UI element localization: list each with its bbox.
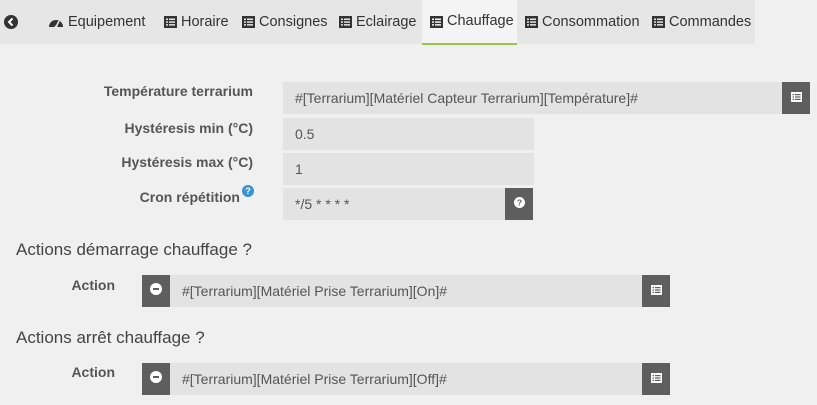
tab-label: Commandes [669,13,752,30]
hysteresis-min-label: Hystéresis min (°C) [124,120,253,136]
hysteresis-max-input[interactable]: 1 [283,153,534,185]
question-circle-icon: ? [513,195,525,213]
list-icon [339,16,352,28]
start-action-remove-button[interactable] [142,275,170,307]
start-actions-title: Actions démarrage chauffage ? [16,240,252,259]
hysteresis-min-input[interactable]: 0.5 [283,118,534,150]
tab-label: Horaire [181,13,229,30]
tab-label: Equipement [68,13,146,30]
start-action-input[interactable]: #[Terrarium][Matériel Prise Terrarium][O… [170,275,643,307]
list-icon [790,89,802,107]
tab-commandes[interactable]: Commandes [652,0,751,44]
stop-action-select-button[interactable] [642,363,670,395]
list-icon [430,15,443,28]
hysteresis-max-label: Hystéresis max (°C) [121,154,253,170]
cron-label: Cron répétition [139,189,240,205]
temperature-label: Température terrarium [103,83,253,99]
list-icon [650,370,662,388]
tab-label: Eclairage [356,13,417,30]
list-icon [525,16,538,28]
minus-circle-icon [150,370,162,388]
start-action-label: Action [71,277,115,293]
tab-consignes[interactable]: Consignes [242,0,328,44]
back-arrow-icon[interactable] [4,15,18,29]
temperature-input[interactable]: #[Terrarium][Matériel Capteur Terrarium]… [283,82,783,114]
tab-label: Consignes [259,13,328,30]
temperature-select-button[interactable] [782,82,810,114]
tab-horaire[interactable]: Horaire [164,0,229,44]
svg-text:?: ? [516,198,521,208]
tab-bar: Equipement Horaire Consignes Eclairage C… [0,0,817,45]
stop-action-label: Action [71,364,115,380]
tab-chauffage[interactable]: Chauffage [422,0,517,45]
stop-action-input[interactable]: #[Terrarium][Matériel Prise Terrarium][O… [170,363,643,395]
list-icon [650,282,662,300]
tab-equipement[interactable]: Equipement [48,0,145,44]
tab-consommation[interactable]: Consommation [525,0,640,44]
start-action-select-button[interactable] [642,275,670,307]
stop-action-remove-button[interactable] [142,363,170,395]
minus-circle-icon [150,282,162,300]
dashboard-icon [48,15,64,29]
cron-help-button[interactable]: ? [505,188,533,220]
list-icon [164,16,177,28]
help-icon[interactable]: ? [242,185,254,197]
tab-label: Consommation [542,13,640,30]
tab-label: Chauffage [447,13,514,29]
list-icon [242,16,255,28]
stop-actions-title: Actions arrêt chauffage ? [16,328,205,347]
tab-eclairage[interactable]: Eclairage [339,0,416,44]
list-icon [652,16,665,28]
cron-input[interactable]: */5 * * * * [283,188,506,220]
